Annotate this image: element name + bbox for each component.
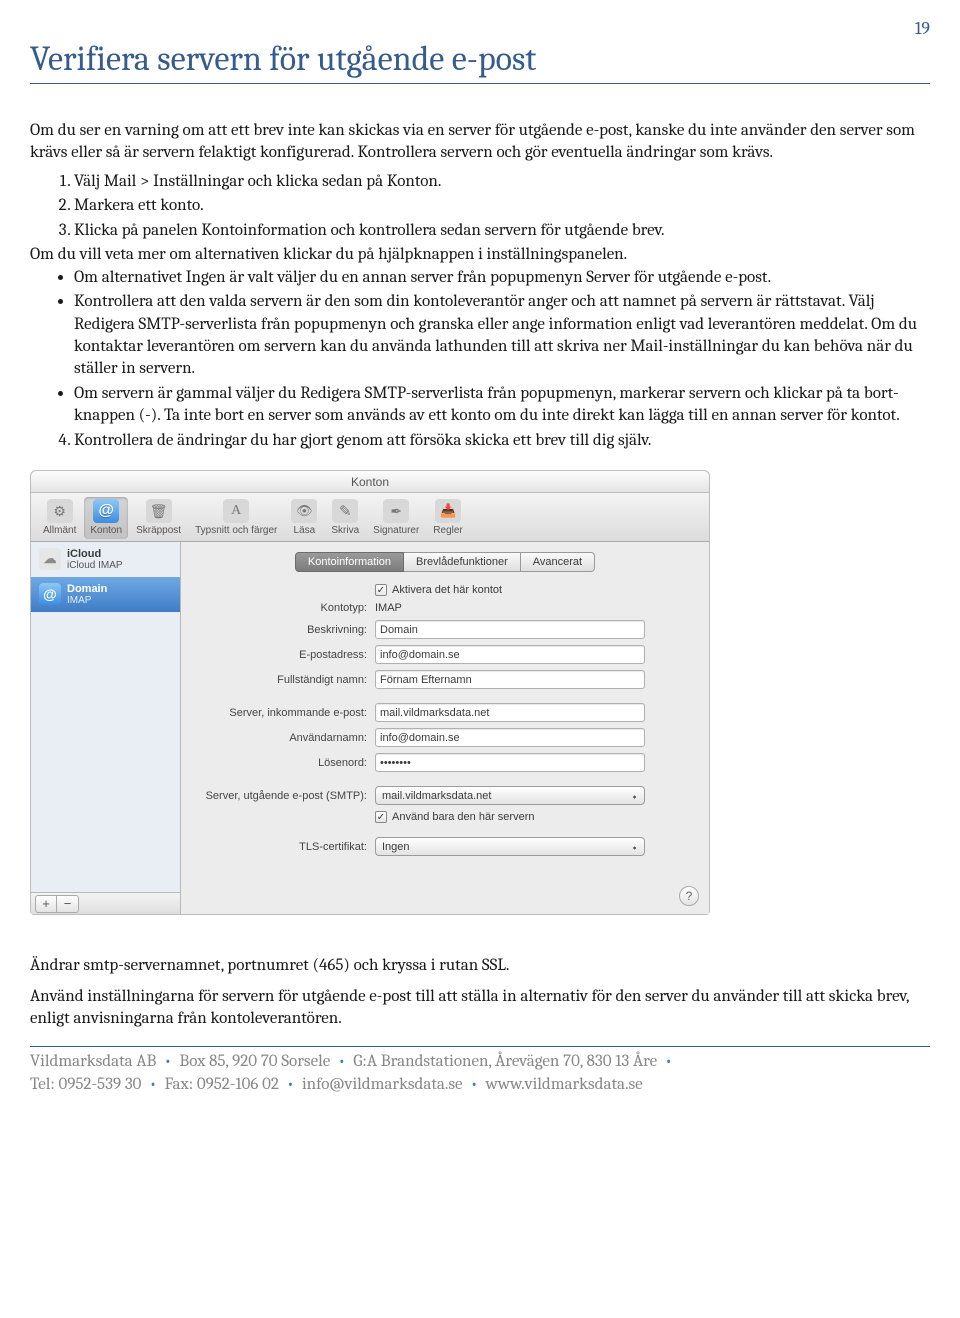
step-1: Välj Mail > Inställningar och klicka sed… — [74, 171, 930, 193]
intro-paragraph: Om du ser en varning om att ett brev int… — [30, 120, 930, 165]
toolbar-rules[interactable]: Regler — [427, 497, 468, 539]
onlythis-label: Använd bara den här servern — [392, 811, 534, 823]
remove-account-button[interactable]: − — [57, 895, 79, 913]
footer-addr: G:A Brandstationen, Årevägen 70, 830 13 … — [353, 1052, 657, 1071]
after-note-2: Använd inställningarna för servern för u… — [30, 986, 930, 1031]
pass-label: Lösenord: — [195, 757, 375, 769]
toolbar-write-label: Skriva — [331, 525, 359, 536]
toolbar-fonts-label: Typsnitt och färger — [195, 525, 277, 536]
desc-label: Beskrivning: — [195, 624, 375, 636]
toolbar-accounts[interactable]: @ Konton — [84, 497, 128, 539]
footer-fax: Fax: 0952-106 02 — [164, 1075, 278, 1094]
account-domain-sub: IMAP — [67, 595, 107, 606]
toolbar-read-label: Läsa — [294, 525, 316, 536]
footer-box: Box 85, 920 70 Sorsele — [179, 1052, 330, 1071]
account-icloud-sub: iCloud IMAP — [67, 560, 123, 571]
font-icon — [223, 499, 249, 523]
tab-account-info[interactable]: Kontoinformation — [295, 552, 404, 572]
trash-icon — [146, 499, 172, 523]
bullet-none-option: Om alternativet Ingen är valt väljer du … — [74, 267, 930, 289]
email-label: E-postadress: — [195, 649, 375, 661]
smtp-label: Server, utgående e-post (SMTP): — [195, 790, 375, 802]
eye-icon — [291, 499, 317, 523]
window-title: Konton — [31, 471, 709, 493]
bullet-icon: • — [164, 1052, 172, 1071]
pencil-icon — [332, 499, 358, 523]
footer-web: www.vildmarksdata.se — [486, 1075, 643, 1094]
signature-icon — [383, 499, 409, 523]
tab-advanced[interactable]: Avancerat — [521, 552, 595, 572]
toolbar-general-label: Allmänt — [43, 525, 76, 536]
step-2: Markera ett konto. — [74, 195, 930, 217]
accounts-sidebar: ☁ iCloud iCloud IMAP @ Domain IMAP + − — [31, 542, 181, 914]
footer-tel: Tel: 0952-539 30 — [30, 1075, 141, 1094]
toolbar-junk[interactable]: Skräppost — [130, 497, 187, 539]
pass-input[interactable]: •••••••• — [375, 753, 645, 772]
account-icloud-title: iCloud — [67, 548, 123, 560]
fullname-label: Fullständigt namn: — [195, 674, 375, 686]
help-button[interactable]: ? — [679, 886, 699, 906]
fullname-input[interactable]: Förnam Efternamn — [375, 670, 645, 689]
sidebar-footer: + − — [31, 892, 180, 914]
onlythis-checkbox[interactable]: ✓ — [375, 811, 387, 823]
prefs-toolbar: Allmänt @ Konton Skräppost Typsnitt och … — [31, 493, 709, 542]
page-footer: Vildmarksdata AB • Box 85, 920 70 Sorsel… — [30, 1046, 930, 1097]
footer-company: Vildmarksdata AB — [30, 1052, 156, 1071]
bullet-check-server: Kontrollera att den valda servern är den… — [74, 291, 930, 381]
rules-icon — [435, 499, 461, 523]
tls-label: TLS-certifikat: — [195, 841, 375, 853]
detail-tabs: Kontoinformation Brevlådefunktioner Avan… — [195, 552, 695, 572]
bullet-icon: • — [470, 1075, 478, 1094]
toolbar-read[interactable]: Läsa — [285, 497, 323, 539]
tls-popup[interactable]: Ingen — [375, 837, 645, 856]
at-icon: @ — [39, 583, 61, 605]
user-label: Användarnamn: — [195, 732, 375, 744]
bullet-icon: • — [287, 1075, 295, 1094]
toolbar-signatures[interactable]: Signaturer — [367, 497, 425, 539]
bullet-old-server: Om servern är gammal väljer du Redigera … — [74, 383, 930, 428]
email-input[interactable]: info@domain.se — [375, 645, 645, 664]
step-3: Klicka på panelen Kontoinformation och k… — [74, 220, 930, 242]
mail-prefs-window: Konton Allmänt @ Konton Skräppost Typsni… — [30, 470, 710, 915]
step-4: Kontrollera de ändringar du har gjort ge… — [74, 430, 930, 452]
bullet-icon: • — [149, 1075, 157, 1094]
gear-icon — [47, 499, 73, 523]
add-account-button[interactable]: + — [35, 895, 57, 913]
toolbar-rules-label: Regler — [433, 525, 462, 536]
account-icloud[interactable]: ☁ iCloud iCloud IMAP — [31, 542, 180, 577]
desc-input[interactable]: Domain — [375, 620, 645, 639]
toolbar-junk-label: Skräppost — [136, 525, 181, 536]
toolbar-fonts[interactable]: Typsnitt och färger — [189, 497, 283, 539]
incoming-label: Server, inkommande e-post: — [195, 707, 375, 719]
toolbar-accounts-label: Konton — [90, 525, 122, 536]
help-hint: Om du vill veta mer om alternativen klic… — [30, 244, 930, 266]
page-title: Verifiera servern för utgående e-post — [30, 39, 930, 84]
toolbar-write[interactable]: Skriva — [325, 497, 365, 539]
after-note-1: Ändrar smtp-servernamnet, portnumret (46… — [30, 955, 930, 977]
incoming-input[interactable]: mail.vildmarksdata.net — [375, 703, 645, 722]
account-detail-pane: Kontoinformation Brevlådefunktioner Avan… — [181, 542, 709, 914]
activate-checkbox[interactable]: ✓ — [375, 584, 387, 596]
account-domain[interactable]: @ Domain IMAP — [31, 577, 180, 612]
user-input[interactable]: info@domain.se — [375, 728, 645, 747]
footer-email: info@vildmarksdata.se — [302, 1075, 463, 1094]
bullet-icon: • — [338, 1052, 346, 1071]
tab-mailbox[interactable]: Brevlådefunktioner — [404, 552, 521, 572]
bullet-icon: • — [665, 1052, 673, 1071]
type-label: Kontotyp: — [195, 602, 375, 614]
cloud-icon: ☁ — [39, 548, 61, 570]
page-number: 19 — [30, 18, 930, 39]
at-icon: @ — [93, 499, 119, 523]
activate-label: Aktivera det här kontot — [392, 584, 502, 596]
toolbar-signatures-label: Signaturer — [373, 525, 419, 536]
smtp-popup[interactable]: mail.vildmarksdata.net — [375, 786, 645, 805]
type-value: IMAP — [375, 602, 695, 614]
toolbar-general[interactable]: Allmänt — [37, 497, 82, 539]
account-domain-title: Domain — [67, 583, 107, 595]
